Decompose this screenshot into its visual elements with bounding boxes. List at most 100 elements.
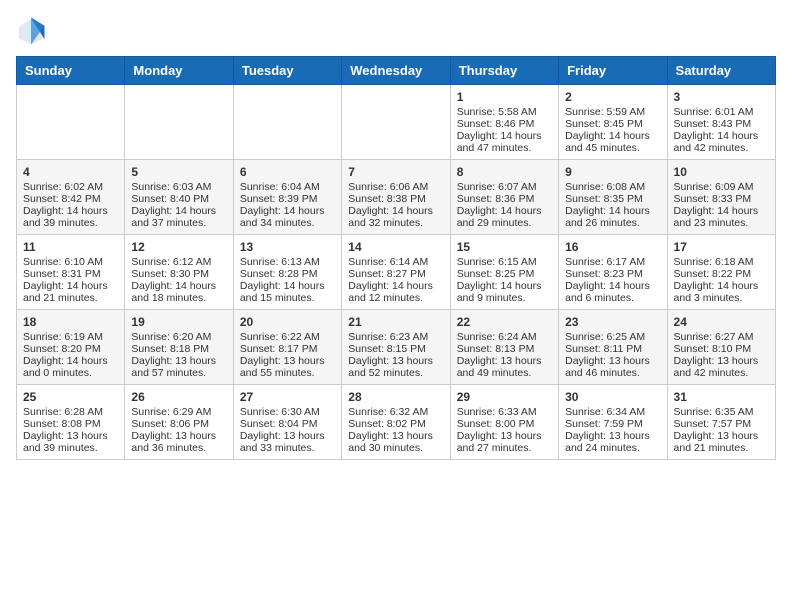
day-info: Sunset: 8:23 PM	[565, 268, 660, 280]
day-number: 29	[457, 390, 552, 404]
day-info: Sunrise: 6:03 AM	[131, 181, 226, 193]
day-info: Daylight: 13 hours and 55 minutes.	[240, 355, 335, 379]
calendar-cell: 1Sunrise: 5:58 AMSunset: 8:46 PMDaylight…	[450, 85, 558, 160]
day-info: Sunset: 8:39 PM	[240, 193, 335, 205]
calendar-cell: 2Sunrise: 5:59 AMSunset: 8:45 PMDaylight…	[559, 85, 667, 160]
day-info: Daylight: 14 hours and 32 minutes.	[348, 205, 443, 229]
calendar-cell: 24 Sunrise: 6:27 AMSunset: 8:10 PMDayligh…	[667, 310, 775, 385]
day-info: Daylight: 14 hours and 34 minutes.	[240, 205, 335, 229]
day-info: Sunrise: 6:32 AM	[348, 406, 443, 418]
calendar-cell: 19Sunrise: 6:20 AMSunset: 8:18 PMDayligh…	[125, 310, 233, 385]
weekday-header-friday: Friday	[559, 57, 667, 85]
day-number: 24	[674, 315, 769, 329]
calendar-cell: 5Sunrise: 6:03 AMSunset: 8:40 PMDaylight…	[125, 160, 233, 235]
day-number: 26	[131, 390, 226, 404]
day-info: Daylight: 14 hours and 9 minutes.	[457, 280, 552, 304]
day-info: Daylight: 14 hours and 26 minutes.	[565, 205, 660, 229]
day-info: Sunset: 8:35 PM	[565, 193, 660, 205]
day-info: Sunset: 8:27 PM	[348, 268, 443, 280]
calendar-cell: 25 Sunrise: 6:28 AMSunset: 8:08 PMDayligh…	[17, 385, 125, 460]
day-info: Sunrise: 6:18 AM	[674, 256, 769, 268]
day-info: Daylight: 13 hours and 39 minutes.	[23, 430, 118, 454]
day-info: Sunset: 8:15 PM	[348, 343, 443, 355]
day-number: 5	[131, 165, 226, 179]
day-info: Sunrise: 6:35 AM	[674, 406, 769, 418]
calendar-cell: 14Sunrise: 6:14 AMSunset: 8:27 PMDayligh…	[342, 235, 450, 310]
calendar-cell: 20Sunrise: 6:22 AMSunset: 8:17 PMDayligh…	[233, 310, 341, 385]
day-info: Daylight: 14 hours and 0 minutes.	[23, 355, 118, 379]
day-number: 10	[674, 165, 769, 179]
day-info: Sunset: 8:43 PM	[674, 118, 769, 130]
day-info: Sunset: 8:06 PM	[131, 418, 226, 430]
calendar-cell: 9Sunrise: 6:08 AMSunset: 8:35 PMDaylight…	[559, 160, 667, 235]
calendar-cell: 18Sunrise: 6:19 AMSunset: 8:20 PMDayligh…	[17, 310, 125, 385]
day-number: 2	[565, 90, 660, 104]
calendar-cell: 13Sunrise: 6:13 AMSunset: 8:28 PMDayligh…	[233, 235, 341, 310]
day-info: Sunset: 8:20 PM	[23, 343, 118, 355]
day-number: 27	[240, 390, 335, 404]
day-info: Sunset: 8:04 PM	[240, 418, 335, 430]
day-info: Sunrise: 5:58 AM	[457, 106, 552, 118]
day-number: 9	[565, 165, 660, 179]
day-info: Sunset: 8:28 PM	[240, 268, 335, 280]
day-info: Sunrise: 6:24 AM	[457, 331, 552, 343]
day-number: 14	[348, 240, 443, 254]
day-number: 4	[23, 165, 118, 179]
day-info: Sunrise: 6:34 AM	[565, 406, 660, 418]
day-info: Sunset: 8:13 PM	[457, 343, 552, 355]
day-info: Sunset: 8:33 PM	[674, 193, 769, 205]
day-info: Sunrise: 6:09 AM	[674, 181, 769, 193]
day-info: Daylight: 13 hours and 27 minutes.	[457, 430, 552, 454]
day-info: Daylight: 14 hours and 45 minutes.	[565, 130, 660, 154]
calendar-cell: 15Sunrise: 6:15 AMSunset: 8:25 PMDayligh…	[450, 235, 558, 310]
calendar-cell: 22Sunrise: 6:24 AMSunset: 8:13 PMDayligh…	[450, 310, 558, 385]
day-number: 23	[565, 315, 660, 329]
calendar-cell	[125, 85, 233, 160]
day-info: Daylight: 14 hours and 42 minutes.	[674, 130, 769, 154]
day-info: Daylight: 13 hours and 36 minutes.	[131, 430, 226, 454]
day-number: 25	[23, 390, 118, 404]
calendar-cell: 12Sunrise: 6:12 AMSunset: 8:30 PMDayligh…	[125, 235, 233, 310]
day-info: Daylight: 13 hours and 52 minutes.	[348, 355, 443, 379]
calendar-cell: 7Sunrise: 6:06 AMSunset: 8:38 PMDaylight…	[342, 160, 450, 235]
day-number: 1	[457, 90, 552, 104]
day-info: Sunset: 8:30 PM	[131, 268, 226, 280]
calendar-cell: 17Sunrise: 6:18 AMSunset: 8:22 PMDayligh…	[667, 235, 775, 310]
day-number: 13	[240, 240, 335, 254]
day-number: 17	[674, 240, 769, 254]
day-info: Daylight: 13 hours and 21 minutes.	[674, 430, 769, 454]
day-info: Sunset: 8:46 PM	[457, 118, 552, 130]
day-number: 19	[131, 315, 226, 329]
calendar-cell: 23Sunrise: 6:25 AMSunset: 8:11 PMDayligh…	[559, 310, 667, 385]
calendar-cell: 3Sunrise: 6:01 AMSunset: 8:43 PMDaylight…	[667, 85, 775, 160]
day-number: 11	[23, 240, 118, 254]
day-info: Sunrise: 6:06 AM	[348, 181, 443, 193]
day-info: Sunset: 8:17 PM	[240, 343, 335, 355]
day-number: 6	[240, 165, 335, 179]
day-info: Daylight: 14 hours and 18 minutes.	[131, 280, 226, 304]
day-info: Sunset: 8:18 PM	[131, 343, 226, 355]
day-info: Sunrise: 6:28 AM	[23, 406, 118, 418]
day-info: Daylight: 14 hours and 12 minutes.	[348, 280, 443, 304]
day-info: Sunset: 8:08 PM	[23, 418, 118, 430]
weekday-header-thursday: Thursday	[450, 57, 558, 85]
day-info: Sunrise: 6:02 AM	[23, 181, 118, 193]
day-info: Sunrise: 6:25 AM	[565, 331, 660, 343]
day-info: Sunrise: 6:22 AM	[240, 331, 335, 343]
day-info: Sunset: 8:25 PM	[457, 268, 552, 280]
day-info: Sunrise: 6:29 AM	[131, 406, 226, 418]
calendar-cell: 11Sunrise: 6:10 AMSunset: 8:31 PMDayligh…	[17, 235, 125, 310]
calendar-cell: 28Sunrise: 6:32 AMSunset: 8:02 PMDayligh…	[342, 385, 450, 460]
day-info: Daylight: 13 hours and 24 minutes.	[565, 430, 660, 454]
day-info: Daylight: 13 hours and 33 minutes.	[240, 430, 335, 454]
day-info: Daylight: 14 hours and 29 minutes.	[457, 205, 552, 229]
day-number: 16	[565, 240, 660, 254]
day-info: Daylight: 13 hours and 42 minutes.	[674, 355, 769, 379]
page-header	[16, 16, 776, 46]
day-number: 3	[674, 90, 769, 104]
day-info: Sunrise: 6:27 AM	[674, 331, 769, 343]
day-info: Sunset: 8:02 PM	[348, 418, 443, 430]
calendar-cell	[342, 85, 450, 160]
day-info: Sunset: 8:10 PM	[674, 343, 769, 355]
calendar-cell: 31Sunrise: 6:35 AMSunset: 7:57 PMDayligh…	[667, 385, 775, 460]
